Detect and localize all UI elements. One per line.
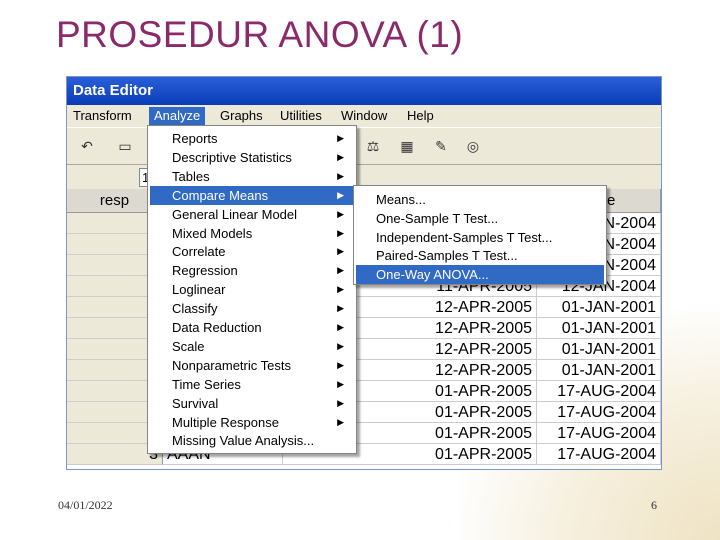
value-labels-icon[interactable]: ✎ bbox=[431, 136, 451, 156]
menu-item-label: Multiple Response bbox=[172, 414, 279, 430]
menu-item-label: General Linear Model bbox=[172, 206, 298, 222]
submenu-arrow-icon: ▶ bbox=[337, 303, 344, 314]
undo-icon[interactable]: ↶ bbox=[77, 136, 97, 156]
analyze-menu-item[interactable]: Mixed Models ▶ bbox=[150, 224, 354, 243]
menu-item-label: Compare Means bbox=[172, 187, 269, 203]
menu-item-label: Tables bbox=[172, 168, 210, 184]
data-cell[interactable]: 17-AUG-2004 bbox=[537, 444, 661, 465]
menu-item-label: Nonparametric Tests bbox=[172, 357, 291, 373]
submenu-arrow-icon: ▶ bbox=[337, 208, 344, 219]
use-sets-icon[interactable]: ◎ bbox=[463, 136, 483, 156]
submenu-arrow-icon: ▶ bbox=[337, 378, 344, 389]
data-cell[interactable]: 17-AUG-2004 bbox=[537, 423, 661, 444]
window-title: Data Editor bbox=[67, 77, 661, 105]
submenu-arrow-icon: ▶ bbox=[337, 359, 344, 370]
page-number: 6 bbox=[651, 498, 657, 512]
menu-help[interactable]: Help bbox=[407, 107, 434, 125]
analyze-menu-item[interactable]: Survival ▶ bbox=[150, 394, 354, 413]
submenu-arrow-icon: ▶ bbox=[337, 322, 344, 332]
analyze-menu-item[interactable]: Correlate ▶ bbox=[150, 242, 354, 261]
analyze-menu-item[interactable]: Scale ▶ bbox=[150, 337, 354, 356]
analyze-menu-item[interactable]: Loglinear ▶ bbox=[150, 280, 354, 299]
analyze-menu-item[interactable]: Time Series ▶ bbox=[150, 375, 354, 394]
menu-window[interactable]: Window bbox=[341, 107, 387, 125]
goto-chart-icon[interactable]: ▭ bbox=[115, 136, 135, 156]
analyze-menu: Reports ▶ Descriptive Statistics ▶ Tables ▶ Co… bbox=[147, 125, 357, 454]
submenu-arrow-icon: ▶ bbox=[337, 189, 344, 200]
analyze-menu-item[interactable]: Data Reduction ▶ bbox=[150, 318, 354, 337]
data-cell[interactable]: 01-JAN-2001 bbox=[537, 339, 661, 360]
data-editor-window: Data Editor Transform Analyze Graphs Uti… bbox=[66, 76, 662, 470]
compare-means-menu-item[interactable]: Paired-Samples T Test... bbox=[356, 246, 604, 265]
analyze-menu-item[interactable]: Nonparametric Tests ▶ bbox=[150, 356, 354, 375]
select-cases-icon[interactable]: ▦ bbox=[397, 136, 417, 156]
menu-transform[interactable]: Transform bbox=[73, 107, 132, 125]
menu-item-label: Missing Value Analysis... bbox=[172, 433, 315, 449]
menu-item-label: Reports bbox=[172, 131, 218, 146]
analyze-menu-item[interactable]: Compare Means ▶ bbox=[150, 185, 354, 205]
submenu-arrow-icon: ▶ bbox=[337, 416, 344, 427]
data-cell[interactable]: 01-JAN-2001 bbox=[537, 318, 661, 339]
menu-bar: Transform Analyze Graphs Utilities Windo… bbox=[67, 106, 661, 126]
menu-item-label: Regression bbox=[172, 263, 238, 279]
analyze-menu-item[interactable]: Regression ▶ bbox=[150, 261, 354, 280]
compare-means-menu-item[interactable]: One-Way ANOVA... bbox=[356, 265, 604, 285]
menu-graphs[interactable]: Graphs bbox=[220, 107, 263, 125]
analyze-menu-item[interactable]: General Linear Model ▶ bbox=[150, 205, 354, 224]
menu-item-label: Mixed Models bbox=[172, 225, 253, 241]
compare-means-menu-item[interactable]: Independent-Samples T Test... bbox=[356, 228, 604, 247]
data-cell[interactable]: 17-AUG-2004 bbox=[537, 402, 661, 423]
menu-item-label: Time Series bbox=[172, 376, 241, 392]
analyze-menu-item[interactable]: Missing Value Analysis... bbox=[150, 431, 354, 450]
menu-item-label: Loglinear bbox=[172, 282, 226, 298]
analyze-menu-item[interactable]: Descriptive Statistics ▶ bbox=[150, 148, 354, 167]
menu-item-label: Classify bbox=[172, 301, 218, 317]
slide-title: PROSEDUR ANOVA (1) bbox=[56, 14, 464, 55]
submenu-arrow-icon: ▶ bbox=[337, 284, 344, 295]
submenu-arrow-icon: ▶ bbox=[337, 246, 344, 257]
data-cell[interactable]: 17-AUG-2004 bbox=[537, 381, 661, 402]
submenu-arrow-icon: ▶ bbox=[337, 265, 344, 276]
menu-item-label: Survival bbox=[172, 395, 219, 411]
analyze-menu-item[interactable]: Classify ▶ bbox=[150, 299, 354, 318]
menu-item-label: Data Reduction bbox=[172, 320, 262, 335]
menu-item-label: Descriptive Statistics bbox=[172, 149, 292, 165]
submenu-arrow-icon: ▶ bbox=[337, 340, 344, 351]
menu-item-label: Scale bbox=[172, 338, 205, 354]
weight-cases-icon[interactable]: ⚖ bbox=[363, 136, 383, 156]
submenu-arrow-icon: ▶ bbox=[337, 170, 344, 181]
submenu-arrow-icon: ▶ bbox=[337, 151, 344, 162]
compare-means-menu-item[interactable]: Means... bbox=[356, 190, 604, 209]
footer-date: 04/01/2022 bbox=[58, 498, 113, 512]
data-cell[interactable]: 01-JAN-2001 bbox=[537, 360, 661, 381]
menu-item-label: Correlate bbox=[172, 244, 226, 260]
compare-means-submenu: Means... One-Sample T Test... Independent-… bbox=[353, 185, 607, 285]
analyze-menu-item[interactable]: Tables ▶ bbox=[150, 167, 354, 186]
menu-utilities[interactable]: Utilities bbox=[280, 107, 322, 125]
submenu-arrow-icon: ▶ bbox=[337, 133, 344, 143]
submenu-arrow-icon: ▶ bbox=[337, 227, 344, 238]
data-cell[interactable]: 01-JAN-2001 bbox=[537, 297, 661, 318]
analyze-menu-item[interactable]: Reports ▶ bbox=[150, 129, 354, 148]
menu-analyze[interactable]: Analyze bbox=[149, 107, 206, 125]
submenu-arrow-icon: ▶ bbox=[337, 397, 344, 408]
analyze-menu-item[interactable]: Multiple Response ▶ bbox=[150, 413, 354, 432]
compare-means-menu-item[interactable]: One-Sample T Test... bbox=[356, 209, 604, 228]
